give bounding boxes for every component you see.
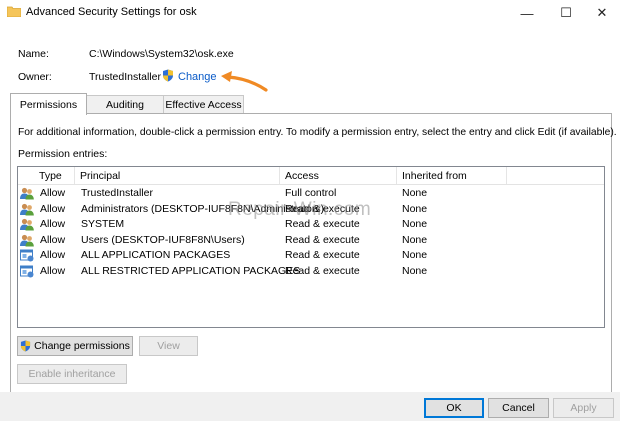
permission-entries-label: Permission entries: (18, 148, 108, 160)
tab-label: Effective Access (165, 99, 242, 111)
cell-principal: SYSTEM (81, 218, 125, 230)
folder-icon (6, 6, 22, 18)
tab-auditing[interactable]: Auditing (86, 95, 164, 114)
tab-label: Auditing (106, 99, 144, 111)
button-label: Change permissions (34, 340, 130, 352)
table-row[interactable]: Allow Users (DESKTOP-IUF8F8N\Users) Read &… (18, 233, 604, 249)
button-label: OK (446, 402, 462, 414)
list-header: Type Principal Access Inherited from (18, 167, 604, 185)
column-header-principal[interactable]: Principal (75, 170, 120, 184)
info-text: For additional information, double-click… (18, 127, 617, 138)
cell-inherited: None (402, 218, 428, 230)
column-divider[interactable] (506, 167, 507, 184)
watermark: Repair-Win.com (228, 199, 372, 220)
cell-principal: TrustedInstaller (81, 187, 153, 199)
cell-type: Allow (40, 202, 66, 215)
cell-principal: ALL APPLICATION PACKAGES (81, 249, 231, 261)
cell-type: Allow (40, 249, 66, 261)
users-icon (20, 203, 34, 216)
owner-value: TrustedInstaller (89, 71, 161, 83)
package-icon (20, 249, 34, 262)
cell-type: Allow (40, 187, 66, 199)
cell-access: Read & execute (285, 233, 360, 246)
table-row[interactable]: Allow ALL RESTRICTED APPLICATION PACKAGES… (18, 264, 604, 280)
enable-inheritance-button[interactable]: Enable inheritance (17, 364, 127, 384)
uac-shield-icon (162, 69, 174, 85)
change-owner-link[interactable]: Change (162, 69, 217, 85)
cell-access: Full control (285, 187, 337, 199)
column-header-type[interactable]: Type (34, 170, 62, 184)
package-icon (20, 265, 34, 278)
cell-inherited: None (402, 202, 428, 215)
cancel-button[interactable]: Cancel (488, 398, 549, 418)
cell-inherited: None (402, 187, 428, 199)
table-row[interactable]: Allow ALL APPLICATION PACKAGES Read & exec… (18, 248, 604, 264)
cell-principal: ALL RESTRICTED APPLICATION PACKAGES (81, 264, 301, 277)
cell-type: Allow (40, 218, 66, 230)
title-bar: Advanced Security Settings for osk — ☐ ✕ (0, 0, 620, 26)
change-permissions-button[interactable]: Change permissions (17, 336, 133, 356)
tab-permissions[interactable]: Permissions (10, 93, 87, 115)
name-value: C:\Windows\System32\osk.exe (89, 48, 234, 60)
view-button[interactable]: View (139, 336, 198, 356)
cell-principal: Users (DESKTOP-IUF8F8N\Users) (81, 233, 245, 246)
change-link-text: Change (178, 71, 217, 83)
tab-label: Permissions (19, 98, 78, 111)
button-label: Cancel (502, 402, 535, 414)
permission-entries-list[interactable]: Type Principal Access Inherited from All… (17, 166, 605, 328)
cell-inherited: None (402, 233, 428, 246)
cell-type: Allow (40, 264, 66, 277)
uac-shield-icon (20, 340, 31, 352)
name-label: Name: (18, 48, 49, 60)
users-icon (20, 234, 34, 247)
minimize-button[interactable]: — (509, 0, 545, 26)
users-icon (20, 187, 34, 200)
column-header-inherited-from[interactable]: Inherited from (397, 170, 467, 184)
ok-button[interactable]: OK (424, 398, 484, 418)
cell-access: Read & execute (285, 249, 360, 261)
cell-access: Read & execute (285, 264, 360, 277)
tab-effective-access[interactable]: Effective Access (163, 95, 244, 114)
button-label: Apply (570, 402, 597, 414)
cell-inherited: None (402, 249, 428, 261)
users-icon (20, 218, 34, 231)
cell-inherited: None (402, 264, 428, 277)
window-title: Advanced Security Settings for osk (26, 6, 197, 18)
button-label: View (157, 340, 180, 352)
cell-type: Allow (40, 233, 66, 246)
owner-label: Owner: (18, 71, 52, 83)
maximize-button[interactable]: ☐ (548, 0, 584, 26)
button-label: Enable inheritance (28, 368, 116, 380)
minimize-icon: — (520, 5, 534, 21)
maximize-icon: ☐ (560, 5, 572, 20)
close-icon: ✕ (596, 5, 608, 20)
column-header-access[interactable]: Access (280, 170, 319, 184)
apply-button[interactable]: Apply (553, 398, 614, 418)
close-button[interactable]: ✕ (584, 0, 620, 26)
